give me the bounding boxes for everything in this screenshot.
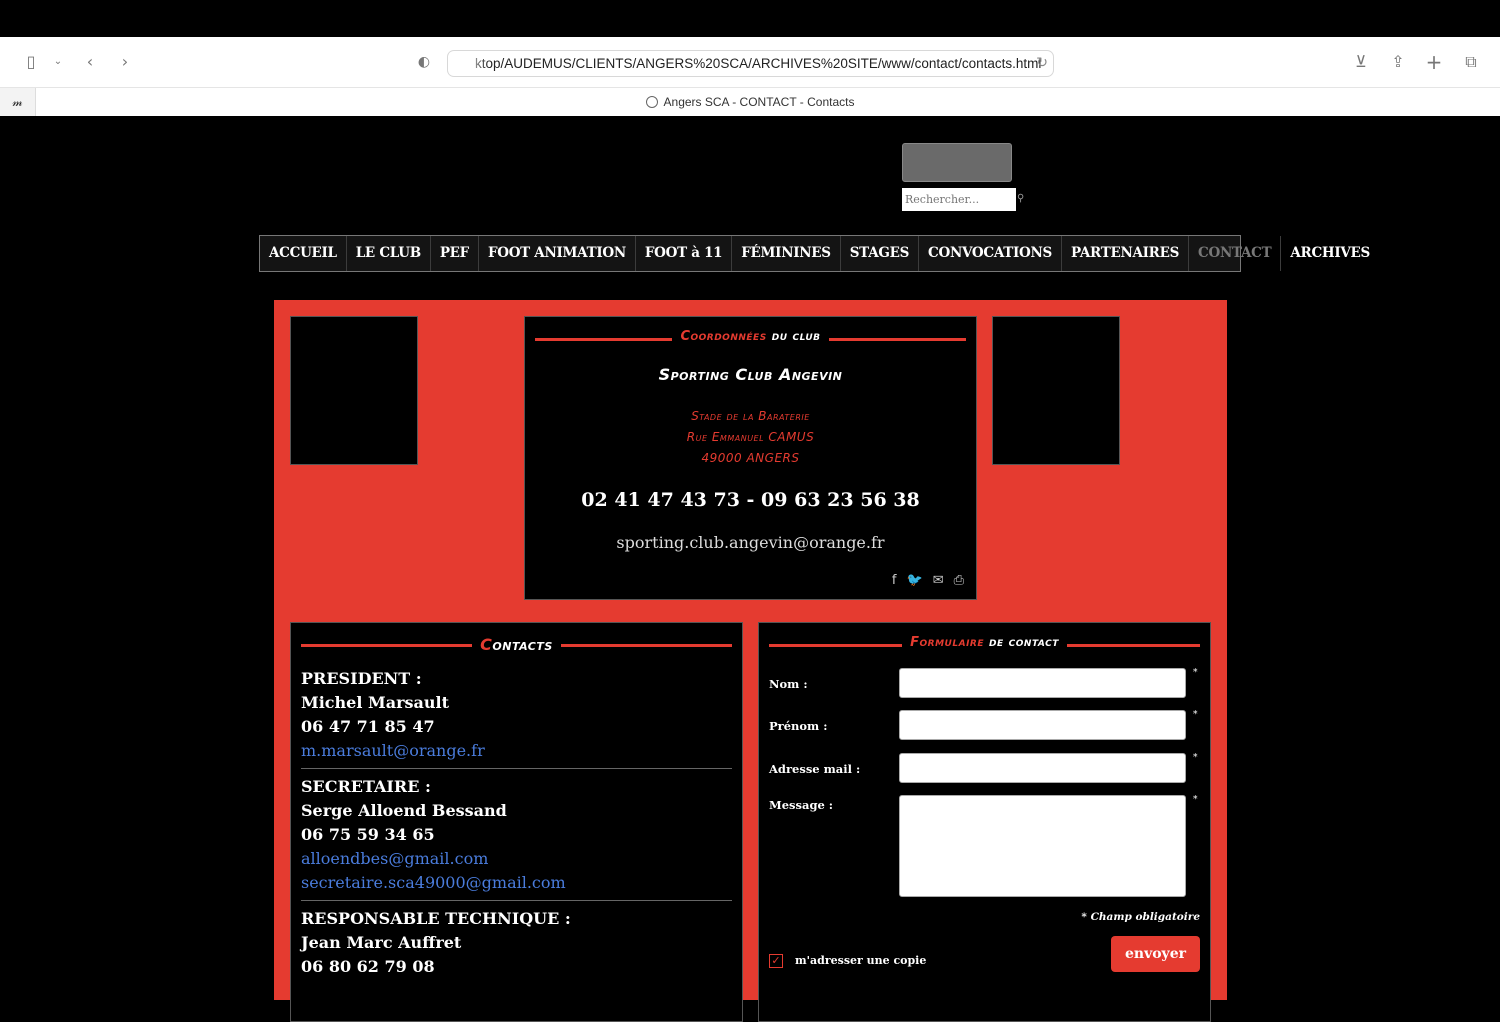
mail-label: Adresse mail : bbox=[769, 762, 861, 776]
message-textarea[interactable] bbox=[899, 795, 1186, 897]
contact-name: Michel Marsault bbox=[301, 693, 449, 712]
nav-le-club[interactable]: LE CLUB bbox=[347, 236, 431, 271]
content-panel: Coordonnées du club Sporting Club Angevi… bbox=[274, 300, 1227, 1022]
sidebar-icon[interactable]: ▯ bbox=[19, 50, 43, 74]
shield-icon[interactable]: ◐ bbox=[412, 50, 436, 74]
send-button[interactable]: envoyer bbox=[1111, 936, 1200, 972]
contacts-box: Contacts PRESIDENT : Michel Marsault 06 … bbox=[290, 622, 743, 1022]
heading-red-part: Coordonnées bbox=[680, 329, 767, 344]
browser-toolbar: ▯ ⌄ ‹ › ◐ ktop/AUDEMUS/CLIENTS/ANGERS%20… bbox=[0, 37, 1500, 88]
nav-stages[interactable]: STAGES bbox=[841, 236, 920, 271]
reload-icon[interactable]: ↻ bbox=[1036, 51, 1048, 76]
url-text: ktop/AUDEMUS/CLIENTS/ANGERS%20SCA/ARCHIV… bbox=[475, 56, 1042, 71]
contact-role: SECRETAIRE : bbox=[301, 777, 431, 796]
active-tab[interactable]: Angers SCA - CONTACT - Contacts bbox=[0, 88, 1500, 116]
website: ⚲ ACCUEIL LE CLUB PEF FOOT ANIMATION FOO… bbox=[0, 116, 1500, 1022]
tabs-overview-icon[interactable]: ⧉ bbox=[1459, 50, 1483, 74]
nav-accueil[interactable]: ACCUEIL bbox=[260, 236, 347, 271]
left-image-box bbox=[290, 316, 418, 465]
contact-form: Formulaire de contact Nom : * Prénom : *… bbox=[758, 622, 1211, 1022]
share-icons: f 🐦 ✉ ⎙ bbox=[892, 573, 964, 588]
tab-bar: Angers SCA - CONTACT - Contacts 𝓂 bbox=[0, 88, 1500, 116]
heading-red-part: Formulaire bbox=[910, 635, 984, 650]
nav-archives[interactable]: ARCHIVES bbox=[1281, 236, 1379, 271]
email-input[interactable] bbox=[899, 753, 1186, 783]
contact-email[interactable]: m.marsault@orange.fr bbox=[301, 739, 732, 763]
url-fade bbox=[449, 52, 489, 75]
contact-secretaire: SECRETAIRE : Serge Alloend Bessand 06 75… bbox=[301, 775, 732, 895]
form-heading: Formulaire de contact bbox=[769, 635, 1200, 655]
print-icon[interactable]: ⎙ bbox=[954, 573, 964, 588]
contact-name: Jean Marc Auffret bbox=[301, 933, 462, 952]
divider bbox=[301, 768, 732, 769]
club-name: Sporting Club Angevin bbox=[658, 365, 843, 384]
required-star: * bbox=[1193, 753, 1198, 763]
contact-phone: 06 80 62 79 08 bbox=[301, 957, 435, 976]
required-note: * Champ obligatoire bbox=[1081, 911, 1200, 923]
club-phone: 02 41 47 43 73 - 09 63 23 56 38 bbox=[581, 489, 920, 511]
nav-foot-animation[interactable]: FOOT ANIMATION bbox=[479, 236, 636, 271]
club-info-box: Coordonnées du club Sporting Club Angevi… bbox=[524, 316, 977, 600]
heading-white-part: de contact bbox=[989, 635, 1059, 650]
url-bar[interactable]: ktop/AUDEMUS/CLIENTS/ANGERS%20SCA/ARCHIV… bbox=[447, 50, 1054, 77]
prenom-input[interactable] bbox=[899, 710, 1186, 740]
forward-icon[interactable]: › bbox=[113, 50, 137, 74]
copy-checkbox[interactable]: ✓ bbox=[769, 954, 783, 968]
right-image-box bbox=[992, 316, 1120, 465]
address-line-3: 49000 ANGERS bbox=[701, 451, 800, 465]
required-star: * bbox=[1193, 795, 1198, 805]
contact-phone: 06 47 71 85 47 bbox=[301, 717, 435, 736]
contacts-heading: Contacts bbox=[301, 635, 732, 655]
share-icon[interactable]: ⇪ bbox=[1386, 50, 1410, 74]
message-label: Message : bbox=[769, 798, 834, 812]
nav-foot-a-11[interactable]: FOOT à 11 bbox=[636, 236, 733, 271]
search-icon[interactable]: ⚲ bbox=[1017, 193, 1024, 204]
new-tab-icon[interactable]: + bbox=[1422, 50, 1446, 74]
heading-white-part: ontacts bbox=[492, 635, 553, 654]
heading-red-part: C bbox=[480, 635, 493, 654]
window-top-bar bbox=[0, 0, 1500, 37]
mail-icon[interactable]: ✉ bbox=[933, 573, 944, 588]
tab-title: Angers SCA - CONTACT - Contacts bbox=[663, 95, 855, 109]
facebook-icon[interactable]: f bbox=[892, 573, 897, 588]
twitter-icon[interactable]: 🐦 bbox=[907, 573, 923, 588]
required-star: * bbox=[1193, 710, 1198, 720]
main-nav: ACCUEIL LE CLUB PEF FOOT ANIMATION FOOT … bbox=[259, 235, 1370, 272]
download-icon[interactable]: ⊻ bbox=[1349, 50, 1373, 74]
back-icon[interactable]: ‹ bbox=[78, 50, 102, 74]
compass-icon bbox=[645, 96, 658, 108]
copy-label: m'adresser une copie bbox=[795, 954, 927, 967]
address-line-2: Rue Emmanuel CAMUS bbox=[686, 430, 815, 444]
nav-convocations[interactable]: CONVOCATIONS bbox=[919, 236, 1062, 271]
address-line-1: Stade de la Baraterie bbox=[691, 409, 810, 423]
club-heading: Coordonnées du club bbox=[535, 329, 966, 349]
contact-email[interactable]: secretaire.sca49000@gmail.com bbox=[301, 871, 732, 895]
contact-phone: 06 75 59 34 65 bbox=[301, 825, 435, 844]
contact-email[interactable]: alloendbes@gmail.com bbox=[301, 847, 732, 871]
contact-role: PRESIDENT : bbox=[301, 669, 422, 688]
nav-pef[interactable]: PEF bbox=[431, 236, 479, 271]
search-input[interactable] bbox=[902, 188, 1016, 211]
pinned-tab-icon[interactable]: 𝓂 bbox=[0, 88, 36, 116]
contact-role: RESPONSABLE TECHNIQUE : bbox=[301, 909, 571, 928]
nom-input[interactable] bbox=[899, 668, 1186, 698]
required-star: * bbox=[1193, 668, 1198, 678]
chevron-down-icon[interactable]: ⌄ bbox=[46, 50, 70, 74]
prenom-label: Prénom : bbox=[769, 719, 828, 733]
contact-name: Serge Alloend Bessand bbox=[301, 801, 507, 820]
nav-feminines[interactable]: FÉMININES bbox=[732, 236, 841, 271]
divider bbox=[301, 900, 732, 901]
contact-technique: RESPONSABLE TECHNIQUE : Jean Marc Auffre… bbox=[301, 907, 732, 979]
contact-president: PRESIDENT : Michel Marsault 06 47 71 85 … bbox=[301, 667, 732, 763]
club-email[interactable]: sporting.club.angevin@orange.fr bbox=[525, 533, 976, 552]
nav-partenaires[interactable]: PARTENAIRES bbox=[1062, 236, 1190, 271]
nav-contact[interactable]: CONTACT bbox=[1189, 236, 1282, 271]
header-button[interactable] bbox=[902, 143, 1012, 182]
heading-white-part: du club bbox=[771, 329, 821, 344]
nom-label: Nom : bbox=[769, 677, 808, 691]
